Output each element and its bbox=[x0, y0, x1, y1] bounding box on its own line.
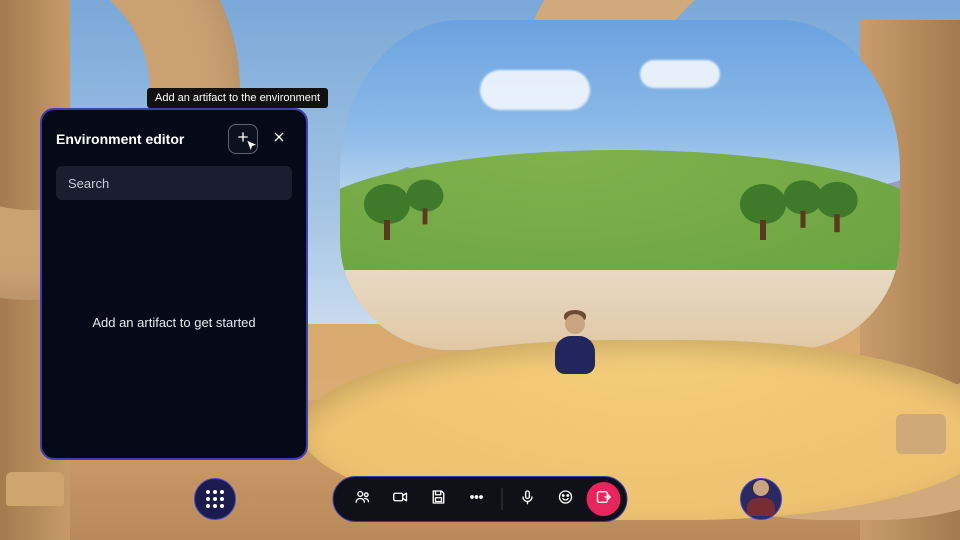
more-button[interactable] bbox=[460, 482, 494, 516]
close-panel-button[interactable] bbox=[266, 124, 292, 154]
save-button[interactable] bbox=[422, 482, 456, 516]
panel-title: Environment editor bbox=[56, 131, 220, 147]
user-avatar-icon bbox=[747, 482, 775, 516]
video-button[interactable] bbox=[384, 482, 418, 516]
more-ellipsis-icon bbox=[468, 488, 486, 511]
environment-editor-panel: Environment editor Add an artifact to ge… bbox=[40, 108, 308, 460]
meeting-toolbar bbox=[333, 476, 628, 522]
leave-screen-icon bbox=[595, 488, 613, 511]
people-button[interactable] bbox=[346, 482, 380, 516]
scene-avatar[interactable] bbox=[555, 310, 595, 374]
emoji-reaction-icon bbox=[557, 488, 575, 511]
people-icon bbox=[354, 488, 372, 511]
add-artifact-tooltip: Add an artifact to the environment bbox=[147, 88, 328, 108]
apps-grid-icon bbox=[206, 490, 224, 508]
add-artifact-button[interactable] bbox=[228, 124, 258, 154]
profile-avatar-button[interactable] bbox=[740, 478, 782, 520]
microphone-icon bbox=[519, 488, 537, 511]
leave-button[interactable] bbox=[587, 482, 621, 516]
plus-icon bbox=[235, 129, 251, 150]
toolbar-separator bbox=[502, 488, 503, 510]
microphone-button[interactable] bbox=[511, 482, 545, 516]
reactions-button[interactable] bbox=[549, 482, 583, 516]
video-camera-icon bbox=[392, 488, 410, 511]
empty-state-text: Add an artifact to get started bbox=[56, 200, 292, 444]
search-input[interactable] bbox=[56, 166, 292, 200]
close-icon bbox=[271, 129, 287, 150]
apps-menu-button[interactable] bbox=[194, 478, 236, 520]
save-icon bbox=[430, 488, 448, 511]
